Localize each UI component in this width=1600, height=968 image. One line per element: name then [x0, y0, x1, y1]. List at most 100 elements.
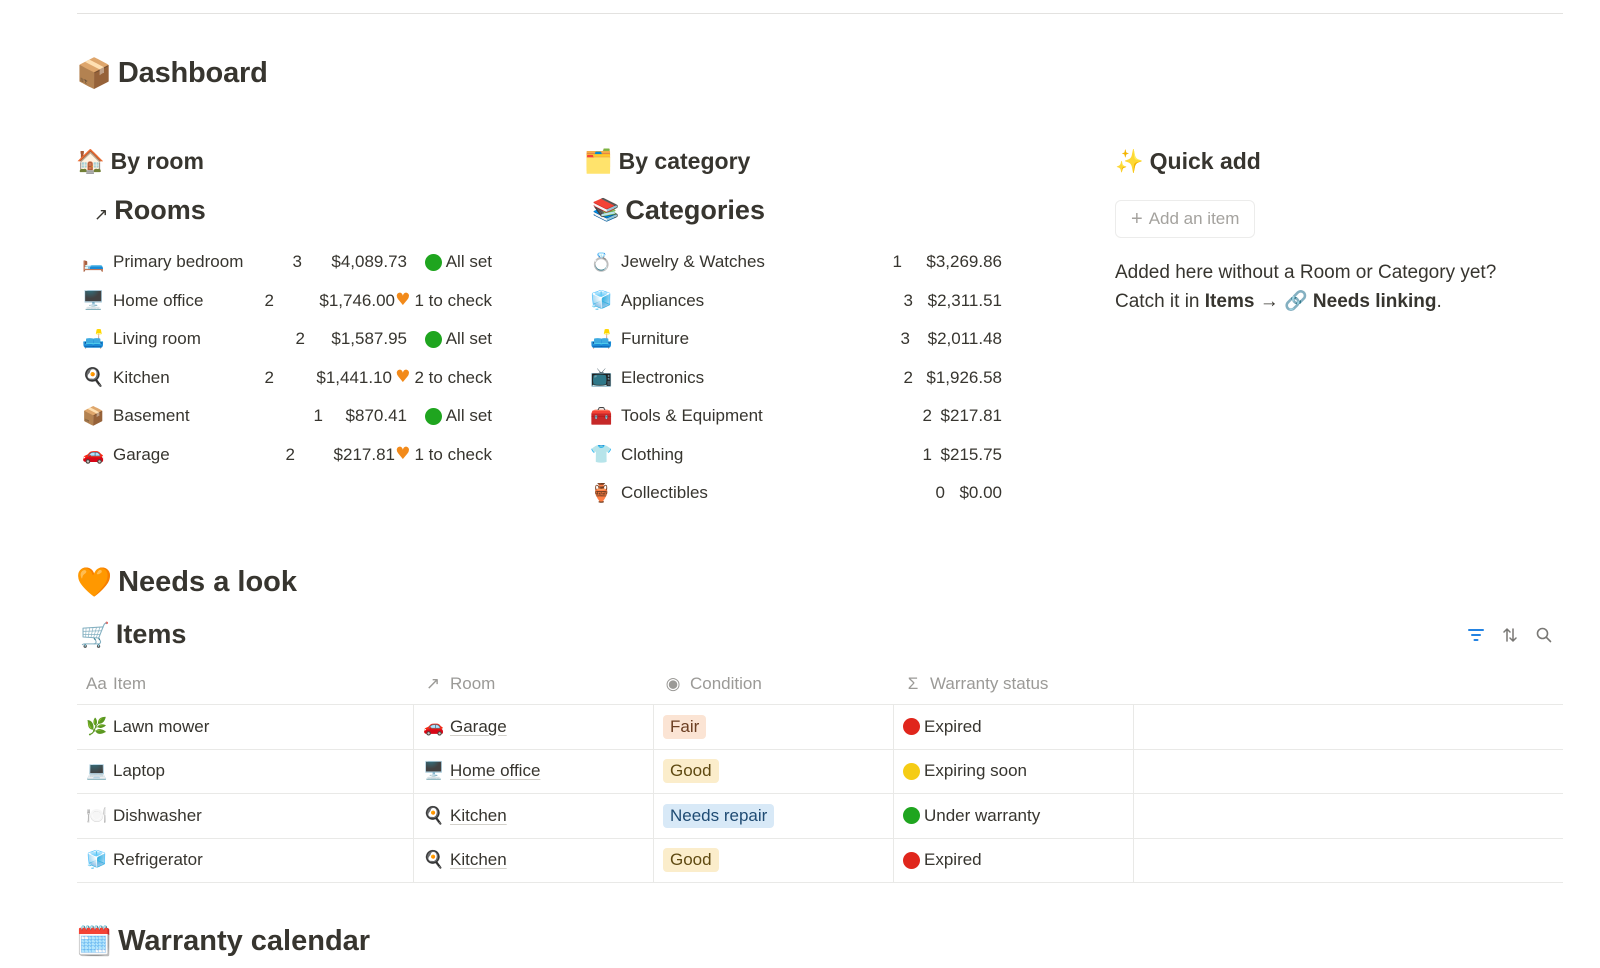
page-title: 📦 Dashboard [76, 56, 268, 91]
needs-look-heading: 🧡 Needs a look [76, 565, 297, 600]
room-row[interactable]: 🖥️ Home office 2 $1,746.00 ♥ 1 to check [82, 282, 512, 321]
category-name: Collectibles [621, 483, 708, 503]
green-circle-icon [424, 330, 442, 348]
table-row[interactable]: 🍽️ Dishwasher 🍳 Kitchen Needs repair Under wa… [77, 794, 1563, 839]
room-link[interactable]: Garage [450, 717, 507, 737]
room-row[interactable]: 🚗 Garage 2 $217.81 ♥ 1 to check [82, 436, 512, 475]
category-icon: 🧰 [590, 405, 613, 427]
room-cell[interactable]: 🚗 Garage [414, 705, 654, 749]
needs-linking-link[interactable]: Needs linking [1313, 291, 1437, 312]
category-item-count: 0 [935, 483, 945, 503]
column-condition-header[interactable]: ◉ Condition [654, 663, 894, 704]
status-circle-icon [903, 851, 920, 869]
room-row[interactable]: 📦 Basement 1 $870.41 All set [82, 397, 512, 436]
items-table: Aa Item ↗ Room ◉ Condition Σ Warranty st… [77, 663, 1563, 883]
category-name: Tools & Equipment [621, 406, 763, 426]
condition-cell[interactable]: Needs repair [654, 794, 894, 838]
category-icon: 🧊 [590, 290, 613, 312]
room-link[interactable]: Kitchen [450, 850, 507, 870]
category-total-value: $215.75 [940, 444, 1002, 464]
items-link[interactable]: Items [1205, 291, 1255, 312]
search-icon[interactable] [1534, 625, 1554, 645]
item-cell[interactable]: 🧊 Refrigerator [77, 838, 414, 882]
warranty-calendar-heading: 🗓️ Warranty calendar [76, 924, 370, 959]
category-row[interactable]: 🧰 Tools & Equipment 2 $217.81 [590, 397, 1002, 436]
quick-note-line2: Catch it in Items → 🔗 Needs linking. [1115, 287, 1575, 316]
category-item-count: 2 [922, 406, 932, 426]
room-status-text: All set [445, 329, 492, 349]
row-spacer [1134, 750, 1563, 794]
item-icon: 💻 [86, 761, 108, 782]
by-room-heading-text: By room [110, 148, 204, 174]
sort-icon[interactable] [1500, 625, 1520, 645]
quick-note-end: . [1436, 291, 1442, 312]
condition-cell[interactable]: Good [654, 749, 894, 793]
column-warranty-header[interactable]: Σ Warranty status [894, 663, 1134, 704]
category-total-value: $3,269.86 [926, 252, 1002, 272]
room-item-count: 3 [292, 252, 302, 272]
room-item-count: 2 [285, 444, 295, 464]
column-label: Condition [690, 673, 762, 693]
items-db-title[interactable]: 🛒 Items [80, 619, 186, 650]
table-row[interactable]: 🧊 Refrigerator 🍳 Kitchen Good Expired [77, 838, 1563, 883]
table-row[interactable]: 💻 Laptop 🖥️ Home office Good Expiring soon [77, 749, 1563, 794]
category-name: Jewelry & Watches [621, 252, 765, 272]
row-spacer [1134, 839, 1563, 883]
room-icon: 🚗 [423, 716, 445, 737]
room-icon: 🍳 [423, 850, 445, 871]
room-status: ♥ 1 to check [395, 445, 492, 465]
add-item-button[interactable]: + Add an item [1115, 200, 1256, 238]
warranty-cell: Expired [894, 838, 1134, 882]
orange-heart-icon: ♥ [395, 444, 411, 465]
room-status-text: All set [445, 406, 492, 426]
room-icon: 🛏️ [82, 251, 105, 273]
warranty-status-text: Under warranty [924, 805, 1041, 825]
room-icon: 🖥️ [82, 290, 105, 312]
status-circle-icon [903, 762, 920, 780]
room-cell[interactable]: 🍳 Kitchen [414, 838, 654, 882]
text-property-icon: Aa [86, 673, 107, 693]
category-icon: 📺 [590, 367, 613, 389]
room-row[interactable]: 🍳 Kitchen 2 $1,441.10 ♥ 2 to check [82, 359, 512, 398]
item-cell[interactable]: 💻 Laptop [77, 749, 414, 793]
category-icon: 🛋️ [590, 328, 613, 350]
item-cell[interactable]: 🌿 Lawn mower [77, 705, 414, 749]
warranty-status-text: Expired [924, 850, 982, 870]
room-status-text: 1 to check [414, 290, 493, 310]
room-row[interactable]: 🛏️ Primary bedroom 3 $4,089.73 All set [82, 243, 512, 282]
room-cell[interactable]: 🖥️ Home office [414, 749, 654, 793]
categories-db-title-text: Categories [625, 195, 765, 225]
categories-db-title[interactable]: 📚 Categories [592, 195, 765, 226]
room-link[interactable]: Kitchen [450, 806, 507, 826]
room-total-value: $1,441.10 [316, 367, 392, 387]
category-row[interactable]: 🛋️ Furniture 3 $2,011.48 [590, 320, 1002, 359]
table-header: Aa Item ↗ Room ◉ Condition Σ Warranty st… [77, 663, 1563, 705]
rooms-db-title[interactable]: ↗ Rooms [94, 195, 206, 226]
category-row[interactable]: 🧊 Appliances 3 $2,311.51 [590, 282, 1002, 321]
item-cell[interactable]: 🍽️ Dishwasher [77, 794, 414, 838]
filter-icon[interactable] [1466, 625, 1486, 645]
category-row[interactable]: 💍 Jewelry & Watches 1 $3,269.86 [590, 243, 1002, 282]
room-link[interactable]: Home office [450, 761, 540, 781]
plus-icon: + [1131, 207, 1143, 230]
table-row[interactable]: 🌿 Lawn mower 🚗 Garage Fair Expired [77, 705, 1563, 750]
room-row[interactable]: 🛋️ Living room 2 $1,587.95 All set [82, 320, 512, 359]
category-row[interactable]: 📺 Electronics 2 $1,926.58 [590, 359, 1002, 398]
item-name: Dishwasher [113, 805, 202, 825]
room-name: Home office [113, 290, 204, 310]
condition-tag: Good [663, 759, 719, 784]
room-icon: 🛋️ [82, 328, 105, 350]
category-item-count: 3 [900, 329, 910, 349]
room-cell[interactable]: 🍳 Kitchen [414, 794, 654, 838]
category-total-value: $1,926.58 [926, 367, 1002, 387]
column-room-header[interactable]: ↗ Room [414, 663, 654, 704]
quick-note-prefix: Catch it in [1115, 291, 1205, 312]
condition-cell[interactable]: Fair [654, 705, 894, 749]
category-row[interactable]: 👕 Clothing 1 $215.75 [590, 436, 1002, 475]
room-icon: 🚗 [82, 444, 105, 466]
room-icon: 🍳 [423, 805, 445, 826]
category-row[interactable]: 🏺 Collectibles 0 $0.00 [590, 474, 1002, 513]
item-icon: 🧊 [86, 850, 108, 871]
column-item-header[interactable]: Aa Item [77, 663, 414, 704]
condition-cell[interactable]: Good [654, 838, 894, 882]
